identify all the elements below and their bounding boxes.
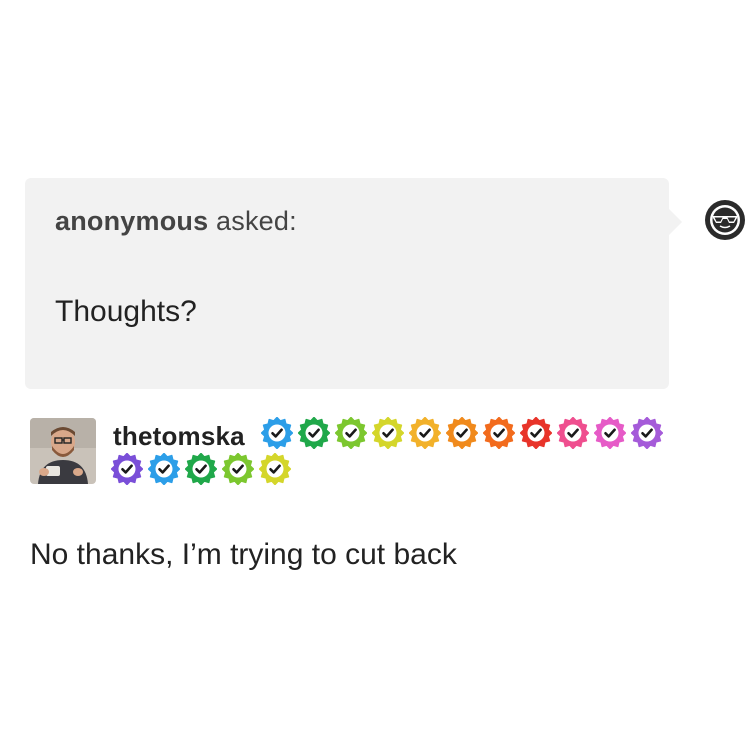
answer-text: No thanks, I’m trying to cut back (30, 538, 457, 571)
check-badge-icon (261, 417, 293, 449)
check-badge-icon (298, 417, 330, 449)
asked-label: asked: (208, 206, 297, 236)
check-badge-icon (372, 417, 404, 449)
check-badge-icon (520, 417, 552, 449)
check-badge-icon (557, 417, 589, 449)
asker-name[interactable]: anonymous (55, 206, 208, 236)
badges-row-2 (111, 453, 296, 485)
check-badge-icon (446, 417, 478, 449)
anonymous-avatar[interactable] (700, 195, 750, 245)
ask-bubble: anonymous asked: Thoughts? (25, 178, 682, 389)
question-text: Thoughts? (55, 295, 197, 328)
badges-row-1 (261, 417, 668, 449)
answerer-name[interactable]: thetomska (113, 421, 245, 452)
check-badge-icon (483, 417, 515, 449)
asker-line: anonymous asked: (55, 206, 297, 237)
check-badge-icon (259, 453, 291, 485)
check-badge-icon (148, 453, 180, 485)
check-badge-icon (631, 417, 663, 449)
check-badge-icon (594, 417, 626, 449)
check-badge-icon (111, 453, 143, 485)
check-badge-icon (222, 453, 254, 485)
user-photo-avatar (30, 418, 96, 484)
answerer-avatar[interactable] (30, 418, 96, 484)
check-badge-icon (185, 453, 217, 485)
sunglasses-face-icon (705, 200, 745, 240)
check-badge-icon (409, 417, 441, 449)
tumblr-ask-post: anonymous asked: Thoughts? thetomska No … (0, 0, 753, 753)
check-badge-icon (335, 417, 367, 449)
